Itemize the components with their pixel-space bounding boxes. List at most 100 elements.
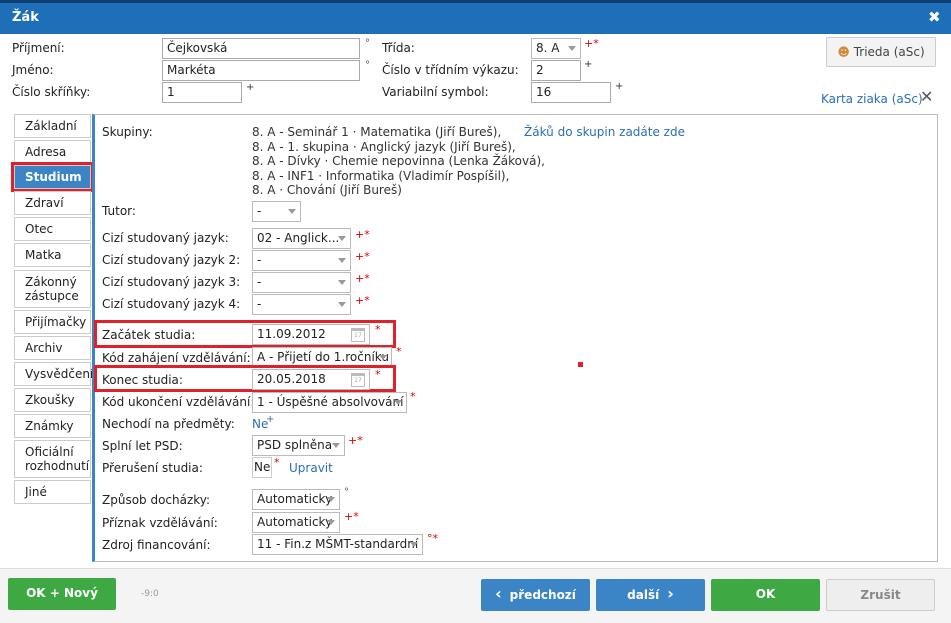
start-date-value: 11.09.2012	[257, 327, 326, 341]
varsymbol-mark: +	[615, 81, 624, 92]
startcode-value: A - Přijetí do 1.ročníku	[257, 350, 389, 364]
varsymbol-label: Variabilní symbol:	[382, 85, 489, 99]
endcode-select[interactable]: 1 - Úspěšné absolvování	[252, 392, 407, 413]
tab-archiv[interactable]: Archiv	[14, 336, 91, 360]
chevron-down-icon	[338, 258, 346, 263]
tab-vysvědčení[interactable]: Vysvědčení	[14, 362, 93, 386]
ok-button[interactable]: OK	[711, 579, 820, 611]
next-button[interactable]: další ›	[596, 579, 705, 611]
tab-přijímačky[interactable]: Přijímačky	[14, 310, 91, 334]
locker-field[interactable]: 1	[162, 82, 242, 103]
start-label: Začátek studia:	[102, 328, 196, 342]
notattend-mark: +	[266, 414, 275, 425]
end-mark: *	[375, 368, 381, 381]
surname-mark: °	[365, 38, 370, 49]
tab-oficiální-rozhodnutí[interactable]: Oficiální rozhodnutí	[14, 440, 91, 478]
close-icon[interactable]: ✖	[928, 8, 941, 26]
notattend-label: Nechodí na předměty:	[102, 417, 235, 431]
firstname-mark: °	[365, 60, 370, 71]
edu-flag-value: Automaticky	[257, 515, 333, 529]
calendar-icon[interactable]: 17	[351, 328, 365, 342]
groups-list: 8. A - Seminář 1 · Matematika (Jiří Bure…	[252, 125, 545, 198]
lang3-label: Cizí studovaný jazyk 3:	[102, 275, 241, 289]
finance-mark: °*	[427, 532, 438, 545]
highlight-active-tab	[11, 162, 94, 192]
surname-label: Příjmení:	[12, 41, 65, 55]
firstname-field[interactable]: Markéta	[162, 60, 360, 81]
lang4-label: Cizí studovaný jazyk 4:	[102, 297, 241, 311]
lang4-mark: +*	[355, 294, 370, 307]
ok-new-button[interactable]: OK + Nový	[8, 578, 116, 610]
attendance-select[interactable]: Automaticky	[252, 489, 340, 510]
varsymbol-field[interactable]: 16	[531, 82, 611, 103]
start-mark: *	[375, 323, 381, 336]
lang2-label: Cizí studovaný jazyk 2:	[102, 253, 241, 267]
karta-ziaka-link[interactable]: Karta ziaka (aSc)	[821, 92, 923, 106]
chevron-down-icon	[327, 520, 335, 525]
tab-známky[interactable]: Známky	[14, 414, 91, 438]
window-title: Žák	[12, 10, 39, 25]
chevron-down-icon	[568, 46, 576, 51]
trieda-button[interactable]: ☻ Trieda (aSc)	[826, 37, 936, 67]
endcode-label: Kód ukončení vzdělávání:	[102, 395, 255, 409]
tab-zkoušky[interactable]: Zkoušky	[14, 388, 91, 412]
end-date-field[interactable]: 20.05.2018 17	[252, 369, 370, 390]
lang1-select[interactable]: 02 - Anglick...	[252, 228, 351, 249]
window-titlebar: Žák ✖	[0, 0, 951, 34]
interrupt-edit-link[interactable]: Upravit	[289, 461, 333, 475]
edu-flag-label: Příznak vzdělávání:	[102, 516, 218, 530]
psd-select[interactable]: PSD splněna	[252, 435, 345, 456]
previous-button[interactable]: ‹ předchozí	[481, 579, 590, 611]
psd-label: Splní let PSD:	[102, 439, 183, 453]
chevron-down-icon	[338, 302, 346, 307]
edu-flag-select[interactable]: Automaticky	[252, 512, 340, 533]
user-icon: ☻	[837, 45, 850, 59]
chevron-down-icon	[410, 542, 418, 547]
startcode-label: Kód zahájení vzdělávání:	[102, 351, 251, 365]
tab-adresa[interactable]: Adresa	[14, 140, 91, 164]
chevron-down-icon	[379, 355, 387, 360]
lang1-label: Cizí studovaný jazyk:	[102, 231, 229, 245]
red-dot-marker	[578, 362, 583, 367]
tab-jiné[interactable]: Jiné	[14, 480, 91, 504]
tutor-select[interactable]: -	[252, 201, 301, 222]
class-select[interactable]: 8. A	[531, 38, 581, 59]
register-field[interactable]: 2	[531, 60, 581, 81]
lang4-value: -	[257, 297, 262, 311]
cancel-button[interactable]: Zrušit	[826, 579, 935, 611]
tutor-label: Tutor:	[102, 204, 136, 218]
interrupt-label: Přerušení studia:	[102, 461, 203, 475]
class-value: 8. A	[536, 41, 560, 55]
group-item: 8. A - INF1 · Informatika (Vladimír Posp…	[252, 168, 510, 183]
tab-základní[interactable]: Základní	[14, 114, 91, 138]
finance-select[interactable]: 11 - Fin.z MŠMT-standardní	[252, 534, 423, 555]
endcode-mark: *	[410, 390, 416, 403]
tab-otec[interactable]: Otec	[14, 217, 91, 241]
tab-zdraví[interactable]: Zdraví	[14, 191, 91, 215]
calendar-icon[interactable]: 17	[351, 373, 365, 387]
psd-value: PSD splněna	[257, 438, 333, 452]
tab-zákonný-zástupce[interactable]: Zákonný zástupce	[14, 270, 91, 308]
attendance-mark: °	[344, 487, 349, 498]
counter-text: -9:0	[141, 589, 159, 599]
group-item: 8. A - Seminář 1 · Matematika (Jiří Bure…	[252, 125, 502, 139]
chevron-left-icon: ‹	[495, 584, 502, 603]
tab-matka[interactable]: Matka	[14, 243, 91, 267]
lang2-select[interactable]: -	[252, 250, 351, 271]
chevron-down-icon	[338, 236, 346, 241]
lang4-select[interactable]: -	[252, 294, 351, 315]
surname-field[interactable]: Čejkovská	[162, 38, 360, 59]
groups-label: Skupiny:	[102, 125, 153, 139]
groups-link[interactable]: Žáků do skupin zadáte zde	[524, 125, 685, 139]
start-date-field[interactable]: 11.09.2012 17	[252, 324, 370, 345]
attendance-label: Způsob docházky:	[102, 493, 211, 507]
class-mark: +*	[584, 37, 599, 50]
lang3-select[interactable]: -	[252, 272, 351, 293]
previous-label: předchozí	[509, 588, 576, 602]
locker-mark: +	[246, 82, 255, 93]
finance-value: 11 - Fin.z MŠMT-standardní	[257, 537, 419, 551]
tools-icon[interactable]: ✕	[920, 87, 933, 106]
interrupt-field: Ne	[252, 457, 272, 478]
group-item: 8. A · Chování (Jiří Bureš)	[252, 183, 402, 197]
endcode-value: 1 - Úspěšné absolvování	[257, 395, 404, 409]
